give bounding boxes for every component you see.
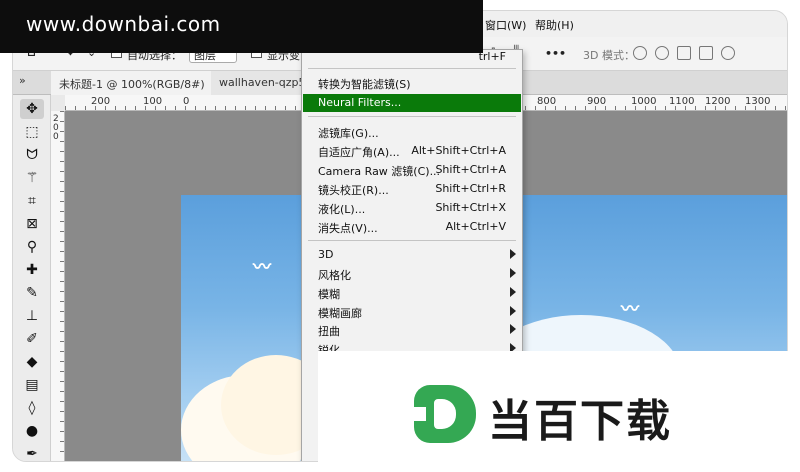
ruler-tick-label: 1000	[631, 96, 657, 107]
seagull-icon: 〰	[253, 257, 271, 278]
ruler-tick-label: 1200	[705, 96, 731, 107]
history-brush-icon[interactable]: ✐	[20, 329, 44, 349]
menu-item-label: 自适应广角(A)...	[318, 146, 400, 159]
ruler-tick-label: 800	[537, 96, 557, 107]
menu-item-label: 镜头校正(R)...	[318, 184, 389, 197]
ruler-tick-label: 0	[53, 132, 59, 142]
menu-item-lens-correction[interactable]: 镜头校正(R)... Shift+Ctrl+R	[302, 180, 522, 198]
pen-icon[interactable]: ✒	[20, 444, 44, 461]
healing-icon[interactable]: ✚	[20, 260, 44, 280]
menu-item-label: 扭曲	[318, 325, 340, 338]
menu-item-label: 模糊画廊	[318, 307, 362, 320]
menu-window[interactable]: 窗口(W)	[485, 17, 526, 33]
submenu-arrow-icon	[510, 287, 516, 297]
menu-item-stylize[interactable]: 风格化	[302, 265, 522, 283]
submenu-arrow-icon	[510, 324, 516, 334]
site-logo: 当百下载	[318, 351, 800, 472]
menu-shortcut: Alt+Shift+Ctrl+A	[411, 144, 506, 157]
menu-item-convert-smart-filter[interactable]: 转换为智能滤镜(S)	[302, 74, 522, 92]
menu-item-label: Camera Raw 滤镜(C)...	[318, 165, 441, 178]
ruler-tick-label: 1100	[669, 96, 695, 107]
menu-item-3d[interactable]: 3D	[302, 246, 522, 264]
menu-item-label: 模糊	[318, 288, 340, 301]
menu-item-label: Neural Filters...	[318, 96, 402, 109]
menu-item-label: 消失点(V)...	[318, 222, 378, 235]
menu-divider	[308, 116, 516, 117]
eyedropper-icon[interactable]: ⚲	[20, 237, 44, 257]
slide-3d-icon[interactable]	[699, 46, 713, 60]
menu-divider	[308, 68, 516, 69]
lasso-icon[interactable]: ᗢ	[20, 145, 44, 165]
menu-item-label: 转换为智能滤镜(S)	[318, 78, 411, 91]
ruler-tick-label: 100	[143, 96, 163, 107]
menu-item-blur[interactable]: 模糊	[302, 284, 522, 302]
ruler-tick-label: 200	[91, 96, 111, 107]
menu-item-label: 液化(L)...	[318, 203, 366, 216]
logo-text: 当百下载	[488, 396, 672, 447]
submenu-arrow-icon	[510, 268, 516, 278]
tab-untitled[interactable]: 未标题-1 @ 100%(RGB/8#)×	[51, 71, 231, 95]
menu-item-label: 风格化	[318, 269, 351, 282]
menu-divider	[308, 240, 516, 241]
menu-item-distort[interactable]: 扭曲	[302, 321, 522, 339]
menu-shortcut: Alt+Ctrl+V	[445, 220, 506, 233]
menu-item-filter-gallery[interactable]: 滤镜库(G)...	[302, 123, 522, 141]
roll-3d-icon[interactable]	[655, 46, 669, 60]
menu-item-blur-gallery[interactable]: 模糊画廊	[302, 303, 522, 321]
frame-icon[interactable]: ⊠	[20, 214, 44, 234]
menu-shortcut: Shift+Ctrl+X	[435, 201, 506, 214]
menu-item-camera-raw[interactable]: Camera Raw 滤镜(C)... Shift+Ctrl+A	[302, 161, 522, 179]
scale-3d-icon[interactable]	[721, 46, 735, 60]
gradient-icon[interactable]: ▤	[20, 375, 44, 395]
brush-icon[interactable]: ✎	[20, 283, 44, 303]
ruler-tick-label: 900	[587, 96, 607, 107]
menu-shortcut: Shift+Ctrl+A	[435, 163, 506, 176]
ruler-tick-label: 1300	[745, 96, 771, 107]
crop-icon[interactable]: ⌗	[20, 191, 44, 211]
seagull-icon: 〰	[621, 299, 639, 320]
tools-panel: ✥ ⬚ ᗢ ⚚ ⌗ ⊠ ⚲ ✚ ✎ ⊥ ✐ ◆ ▤ ◊ ● ✒	[13, 95, 51, 461]
more-options-icon[interactable]: •••	[545, 47, 566, 60]
watermark-banner: www.downbai.com	[0, 0, 483, 53]
submenu-arrow-icon	[510, 249, 516, 259]
menu-item-label: 3D	[318, 248, 334, 261]
magic-wand-icon[interactable]: ⚚	[20, 168, 44, 188]
menu-shortcut: Shift+Ctrl+R	[435, 182, 506, 195]
dodge-icon[interactable]: ●	[20, 421, 44, 441]
menu-item-neural-filters[interactable]: Neural Filters...	[303, 94, 521, 112]
drag-3d-icon[interactable]	[677, 46, 691, 60]
menu-item-adaptive-wide-angle[interactable]: 自适应广角(A)... Alt+Shift+Ctrl+A	[302, 142, 522, 160]
move-icon[interactable]: ✥	[20, 99, 44, 119]
mode-3d-label: 3D 模式：	[583, 49, 635, 62]
blur-icon[interactable]: ◊	[20, 398, 44, 418]
panel-collapse-icon[interactable]: »	[19, 74, 26, 87]
menu-help[interactable]: 帮助(H)	[535, 17, 574, 33]
stamp-icon[interactable]: ⊥	[20, 306, 44, 326]
menu-item-label: 滤镜库(G)...	[318, 127, 379, 140]
marquee-icon[interactable]: ⬚	[20, 122, 44, 142]
watermark-url: www.downbai.com	[26, 12, 221, 36]
logo-d-icon	[410, 385, 476, 443]
ruler-vertical: 2 0 0	[51, 111, 65, 461]
ruler-tick-label: 0	[183, 96, 190, 107]
orbit-3d-icon[interactable]	[633, 46, 647, 60]
menu-item-liquify[interactable]: 液化(L)... Shift+Ctrl+X	[302, 199, 522, 217]
submenu-arrow-icon	[510, 306, 516, 316]
tab-label: 未标题-1 @ 100%(RGB/8#)	[59, 78, 205, 91]
eraser-icon[interactable]: ◆	[20, 352, 44, 372]
menu-item-vanishing-point[interactable]: 消失点(V)... Alt+Ctrl+V	[302, 218, 522, 236]
